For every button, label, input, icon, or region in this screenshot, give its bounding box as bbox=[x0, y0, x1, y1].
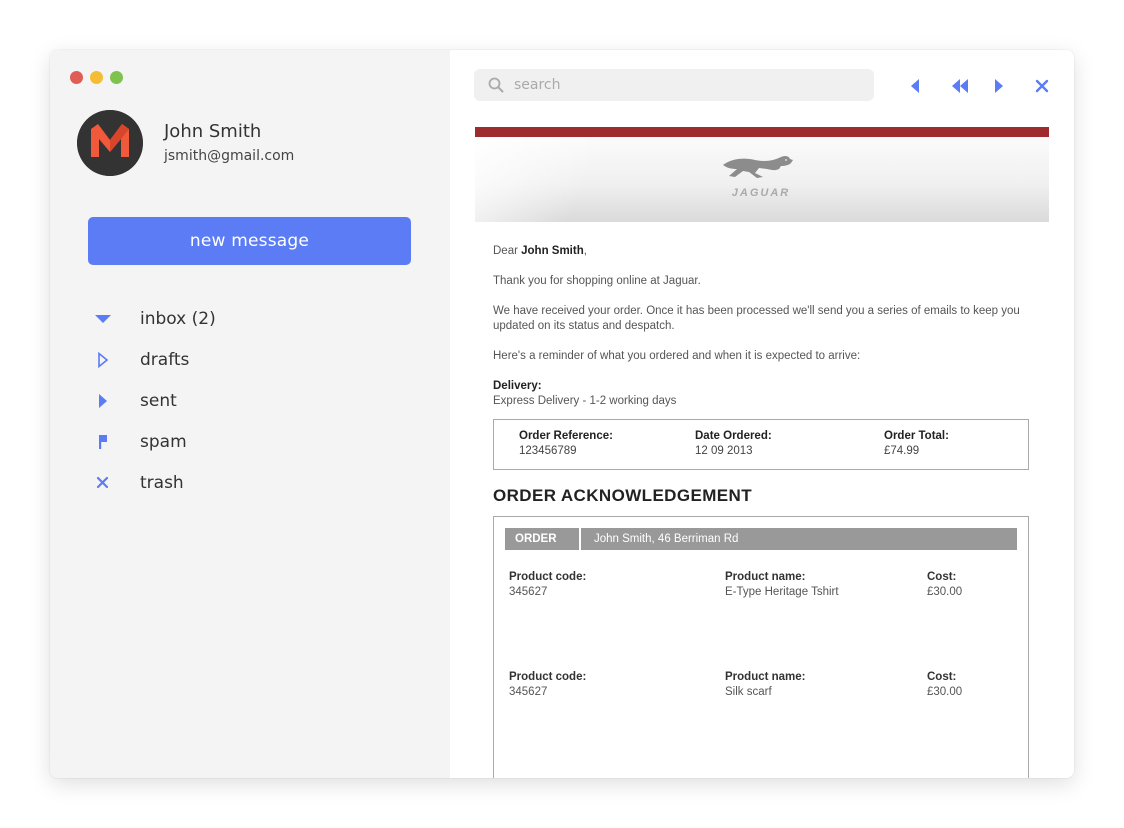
order-tag: ORDER bbox=[505, 528, 581, 550]
product-cost-label: Cost: bbox=[927, 571, 957, 583]
folder-label: spam bbox=[140, 431, 187, 452]
product-row: Product code: 345627 Product name: E-Typ… bbox=[505, 570, 1017, 600]
order-summary: Order Reference: 123456789 Date Ordered:… bbox=[493, 419, 1029, 470]
summary-label: Date Ordered: bbox=[695, 430, 772, 442]
summary-label: Order Reference: bbox=[519, 430, 613, 442]
product-code-value: 345627 bbox=[509, 686, 548, 698]
email-banner: JAGUAR bbox=[475, 137, 1049, 222]
forward-icon bbox=[995, 79, 1003, 93]
folder-label: drafts bbox=[140, 349, 190, 370]
folder-label: trash bbox=[140, 472, 184, 493]
reply-icon bbox=[911, 79, 919, 93]
mail-window: John Smith jsmith@gmail.com new message … bbox=[50, 50, 1074, 778]
message-pane: JAGUAR Dear John Smith, Thank you for sh… bbox=[450, 50, 1074, 778]
product-cost: Cost: £30.00 bbox=[927, 670, 962, 700]
order-reference: Order Reference: 123456789 bbox=[519, 429, 695, 469]
forward-button[interactable] bbox=[989, 76, 1009, 96]
caret-right-outline-icon bbox=[94, 350, 122, 370]
product-name-label: Product name: bbox=[725, 671, 806, 683]
m-logo-icon bbox=[77, 110, 143, 176]
product-name-value: Silk scarf bbox=[725, 686, 772, 698]
delivery-value: Express Delivery - 1-2 working days bbox=[493, 395, 677, 407]
product-name: Product name: E-Type Heritage Tshirt bbox=[725, 570, 927, 600]
caret-down-icon bbox=[94, 309, 122, 329]
greeting-name: John Smith bbox=[521, 245, 584, 257]
product-cost-value: £30.00 bbox=[927, 586, 963, 598]
paragraph: We have received your order. Once it has… bbox=[493, 305, 1020, 332]
order-date: Date Ordered: 12 09 2013 bbox=[695, 429, 884, 469]
folder-label: sent bbox=[140, 390, 177, 411]
folder-spam[interactable]: spam bbox=[94, 421, 414, 462]
paragraph: Here's a reminder of what you ordered an… bbox=[493, 350, 861, 362]
product-code: Product code: 345627 bbox=[509, 570, 725, 600]
product-code-label: Product code: bbox=[509, 671, 587, 683]
reply-button[interactable] bbox=[905, 76, 925, 96]
greeting-prefix: Dear bbox=[493, 245, 522, 257]
summary-value: 123456789 bbox=[519, 445, 577, 457]
product-cost-value: £30.00 bbox=[927, 686, 963, 698]
delivery-title: Delivery: bbox=[493, 380, 542, 392]
zoom-window-button[interactable] bbox=[110, 71, 123, 84]
close-icon bbox=[94, 473, 122, 493]
user-name: John Smith bbox=[164, 121, 262, 142]
folder-inbox[interactable]: inbox (2) bbox=[94, 298, 414, 339]
section-title: ORDER ACKNOWLEDGEMENT bbox=[493, 486, 752, 505]
order-details: ORDER John Smith, 46 Berriman Rd Product… bbox=[493, 516, 1029, 778]
summary-value: 12 09 2013 bbox=[695, 445, 753, 457]
summary-label: Order Total: bbox=[884, 430, 949, 442]
folder-drafts[interactable]: drafts bbox=[94, 339, 414, 380]
minimize-window-button[interactable] bbox=[90, 71, 103, 84]
folder-label: inbox (2) bbox=[140, 308, 216, 329]
summary-value: £74.99 bbox=[884, 445, 920, 457]
user-email: jsmith@gmail.com bbox=[164, 148, 295, 164]
paragraph: Thank you for shopping online at Jaguar. bbox=[493, 275, 701, 287]
order-address: John Smith, 46 Berriman Rd bbox=[594, 533, 739, 545]
product-code-label: Product code: bbox=[509, 571, 587, 583]
reply-all-button[interactable] bbox=[948, 76, 972, 96]
email-content: JAGUAR Dear John Smith, Thank you for sh… bbox=[475, 127, 1049, 778]
product-name-value: E-Type Heritage Tshirt bbox=[725, 586, 839, 598]
folder-sent[interactable]: sent bbox=[94, 380, 414, 421]
folder-trash[interactable]: trash bbox=[94, 462, 414, 503]
caret-right-icon bbox=[94, 391, 122, 411]
close-icon bbox=[1035, 79, 1049, 93]
sidebar: John Smith jsmith@gmail.com new message … bbox=[50, 50, 450, 778]
greeting-suffix: , bbox=[583, 245, 587, 257]
product-row: Product code: 345627 Product name: Silk … bbox=[505, 670, 1017, 700]
email-body: Dear John Smith, Thank you for shopping … bbox=[475, 222, 1049, 778]
search-icon bbox=[488, 77, 504, 93]
product-code: Product code: 345627 bbox=[509, 670, 725, 700]
close-window-button[interactable] bbox=[70, 71, 83, 84]
window-controls bbox=[70, 71, 123, 84]
product-cost: Cost: £30.00 bbox=[927, 570, 962, 600]
order-header: ORDER John Smith, 46 Berriman Rd bbox=[505, 528, 1017, 550]
order-total: Order Total: £74.99 bbox=[884, 429, 1024, 469]
reply-all-icon bbox=[952, 79, 968, 93]
avatar[interactable] bbox=[77, 110, 143, 176]
brand-wordmark: JAGUAR bbox=[731, 187, 791, 199]
search-input[interactable] bbox=[514, 77, 854, 93]
search-bar[interactable] bbox=[474, 69, 874, 101]
close-message-button[interactable] bbox=[1032, 76, 1052, 96]
product-name: Product name: Silk scarf bbox=[725, 670, 927, 700]
new-message-button[interactable]: new message bbox=[88, 217, 411, 265]
product-cost-label: Cost: bbox=[927, 671, 957, 683]
flag-icon bbox=[94, 432, 122, 452]
folder-list: inbox (2) drafts sent spam trash bbox=[94, 298, 414, 503]
brand-stripe bbox=[475, 127, 1049, 137]
greeting: Dear John Smith, bbox=[493, 244, 1031, 259]
product-code-value: 345627 bbox=[509, 586, 548, 598]
product-name-label: Product name: bbox=[725, 571, 806, 583]
delivery-info: Delivery: Express Delivery - 1-2 working… bbox=[493, 379, 1031, 409]
